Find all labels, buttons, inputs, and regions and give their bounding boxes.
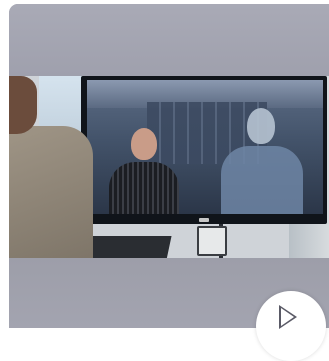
- screen-person-left: [109, 128, 179, 214]
- video-card[interactable]: [9, 4, 329, 328]
- video-thumbnail[interactable]: [9, 76, 329, 260]
- tv-logo: [199, 218, 209, 222]
- person-right-head: [247, 108, 275, 144]
- presenter-foreground: [9, 76, 101, 260]
- screen-person-right: [221, 108, 303, 214]
- camera-device: [197, 226, 227, 256]
- presenter-shirt: [9, 126, 93, 260]
- person-right-body: [221, 146, 303, 214]
- screen-content: [87, 80, 323, 214]
- video-letterbox-top: [9, 4, 329, 76]
- play-icon: [279, 305, 297, 329]
- presenter-hair: [9, 76, 37, 134]
- display-screen-image: [81, 76, 327, 224]
- person-left-head: [131, 128, 157, 160]
- play-button[interactable]: [256, 291, 326, 361]
- person-left-body: [109, 162, 179, 214]
